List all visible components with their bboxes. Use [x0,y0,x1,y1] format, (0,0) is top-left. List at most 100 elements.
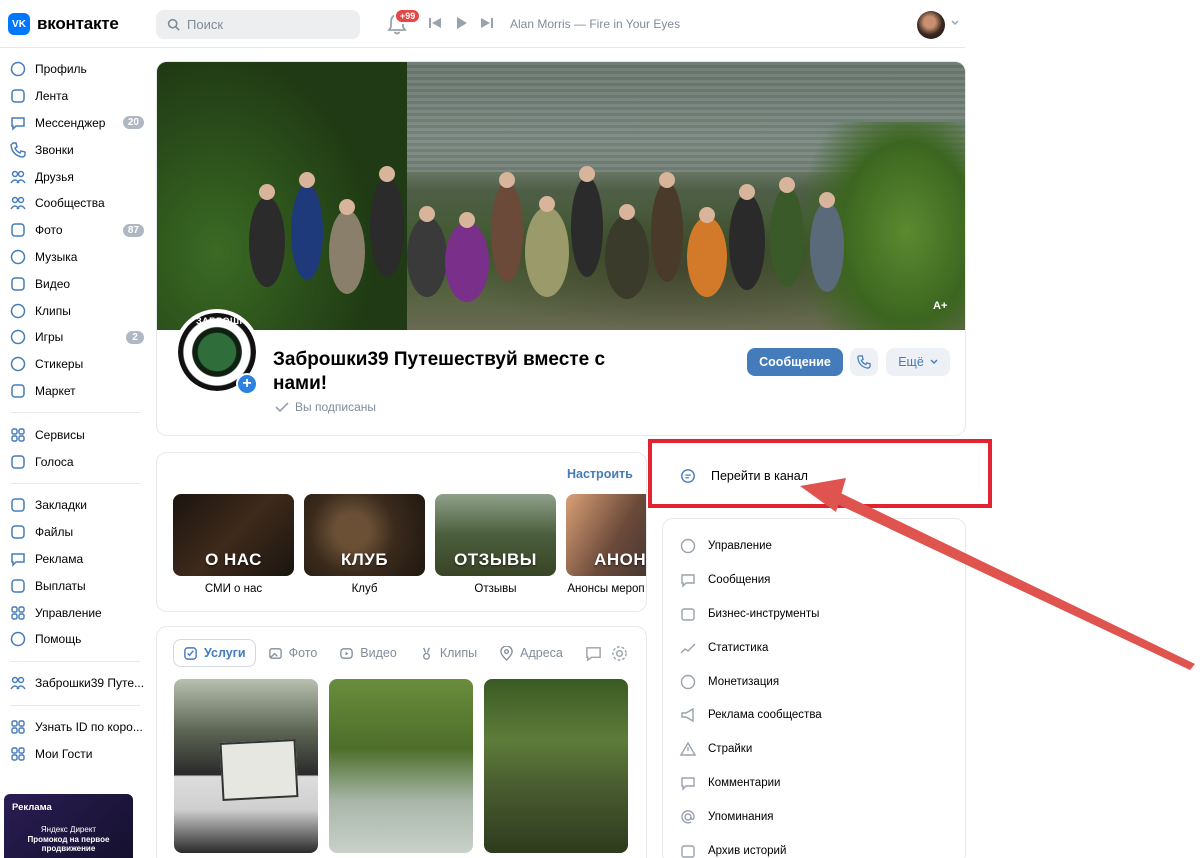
admin-menu-item[interactable]: Реклама сообщества [680,698,822,732]
sidebar-item[interactable]: Файлы [0,519,150,546]
tab-video[interactable]: Видео [330,640,406,666]
admin-menu-label: Сообщения [708,573,771,586]
count-badge: 20 [122,116,144,130]
subscribed-status[interactable]: Вы подписаны [275,400,376,414]
next-track-icon[interactable] [480,16,494,30]
vk-logo[interactable]: VK вконтакте [8,13,119,35]
comment-icon [680,775,696,791]
app-icon [10,746,26,762]
sidebar-item-label: Стикеры [35,357,84,372]
sidebar-item-label: Закладки [35,498,87,513]
sidebar-item[interactable]: Друзья [0,163,150,190]
tab-clips[interactable]: Клипы [410,640,486,666]
gear-icon[interactable] [611,645,628,662]
sidebar-item[interactable]: Игры 2 [0,324,150,351]
configure-link[interactable]: Настроить [567,467,633,481]
admin-menu-item[interactable]: Страйки [680,732,822,766]
service-image[interactable] [329,679,473,853]
playlist-item[interactable]: АНОНС Анонсы мероп [566,494,646,595]
games-icon [10,329,26,345]
bag-icon [680,606,696,622]
sidebar-item[interactable]: Помощь [0,626,150,653]
sidebar-item-label: Узнать ID по коро... [35,719,143,734]
group-cover-photo[interactable]: A+ [157,62,965,330]
search-placeholder: Поиск [187,17,224,32]
sidebar-item-label: Помощь [35,632,82,647]
tab-label: Фото [288,646,318,660]
chat-icon[interactable] [585,645,602,662]
sidebar-item[interactable]: Музыка [0,244,150,271]
group-avatar-lettering: ЗАБРОШКИ39 [196,316,260,326]
tab-services[interactable]: Услуги [174,640,255,666]
sidebar-item[interactable]: Голоса [0,448,150,475]
stats-icon [680,640,696,656]
file-icon [10,524,26,540]
sidebar-item[interactable]: Маркет [0,378,150,405]
sidebar-item[interactable]: Сообщества [0,190,150,217]
admin-menu-item[interactable]: Комментарии [680,766,822,800]
top-header: VK вконтакте Поиск +99 Alan Morris — Fir… [0,0,965,48]
tab-photo[interactable]: Фото [259,640,327,666]
admin-menu-item[interactable]: Статистика [680,631,822,665]
service-image[interactable] [174,679,318,853]
sidebar-item-label: Мессенджер [35,115,106,130]
at-icon [680,809,696,825]
admin-menu-item[interactable]: Сообщения [680,563,822,597]
admin-menu-item[interactable]: Упоминания [680,800,822,834]
sidebar-item[interactable]: Выплаты [0,572,150,599]
payouts-icon [10,578,26,594]
play-icon[interactable] [454,16,468,30]
playlist-caption: Анонсы мероп [567,583,645,595]
playlist-caption: Отзывы [474,583,517,595]
admin-menu-item[interactable]: Монетизация [680,665,822,699]
tab-addresses[interactable]: Адреса [490,640,572,666]
sidebar-item[interactable]: Клипы [0,297,150,324]
sidebar-item[interactable]: Лента [0,83,150,110]
admin-menu-label: Архив историй [708,844,787,857]
gear-icon [680,538,696,554]
add-avatar-icon[interactable]: + [236,373,258,395]
sidebar-item[interactable]: Профиль [0,56,150,83]
sidebar-item[interactable]: Мессенджер 20 [0,110,150,137]
highlight-box [648,439,992,508]
ad-title: Реклама [12,802,52,813]
previous-track-icon[interactable] [428,16,442,30]
service-image[interactable] [484,679,628,853]
playlist-thumbnail: ОТЗЫВЫ [435,494,556,576]
sidebar-item[interactable]: Звонки [0,136,150,163]
sidebar-item[interactable]: Заброшки39 Путе... [0,670,150,697]
sidebar-item[interactable]: Узнать ID по коро... [0,714,150,741]
sidebar-item[interactable]: Видео [0,270,150,297]
playlist-item[interactable]: КЛУБ Клуб [304,494,425,595]
sidebar-item[interactable]: Стикеры [0,351,150,378]
admin-menu-item[interactable]: Архив историй [680,834,822,858]
admin-menu-item[interactable]: Бизнес-инструменты [680,597,822,631]
sidebar-item[interactable]: Управление [0,599,150,626]
vk-logo-icon: VK [8,13,30,35]
chevron-down-icon [930,359,938,364]
sidebar-item[interactable]: Закладки [0,492,150,519]
message-button[interactable]: Сообщение [747,348,843,376]
sidebar-item[interactable]: Сервисы [0,421,150,448]
user-avatar[interactable] [917,11,945,39]
playlist-overlay-text: АНОНС [594,550,646,569]
news-feed-icon [10,88,26,104]
sidebar-ad[interactable]: Реклама Яндекс Директ Промокод на первое… [4,794,133,858]
sidebar-item[interactable]: Мои Гости [0,740,150,767]
video-icon [10,276,26,292]
sidebar-item-label: Фото [35,223,63,238]
admin-menu-item[interactable]: Управление [680,529,822,563]
admin-menu-label: Статистика [708,641,769,654]
now-playing-track[interactable]: Alan Morris — Fire in Your Eyes [510,17,680,31]
tab-label: Видео [360,646,397,660]
playlist-item[interactable]: О НАС СМИ о нас [173,494,294,595]
content-tabs: Услуги Фото Видео Клипы Адреса [174,640,572,666]
admin-menu-label: Реклама сообщества [708,709,822,722]
playlist-item[interactable]: ОТЗЫВЫ Отзывы [435,494,556,595]
call-button[interactable] [850,348,878,376]
chevron-down-icon[interactable] [950,18,960,28]
search-input[interactable]: Поиск [156,10,360,39]
sidebar-item[interactable]: Фото 87 [0,217,150,244]
sidebar-item[interactable]: Реклама [0,546,150,573]
more-button[interactable]: Ещё [886,348,950,376]
